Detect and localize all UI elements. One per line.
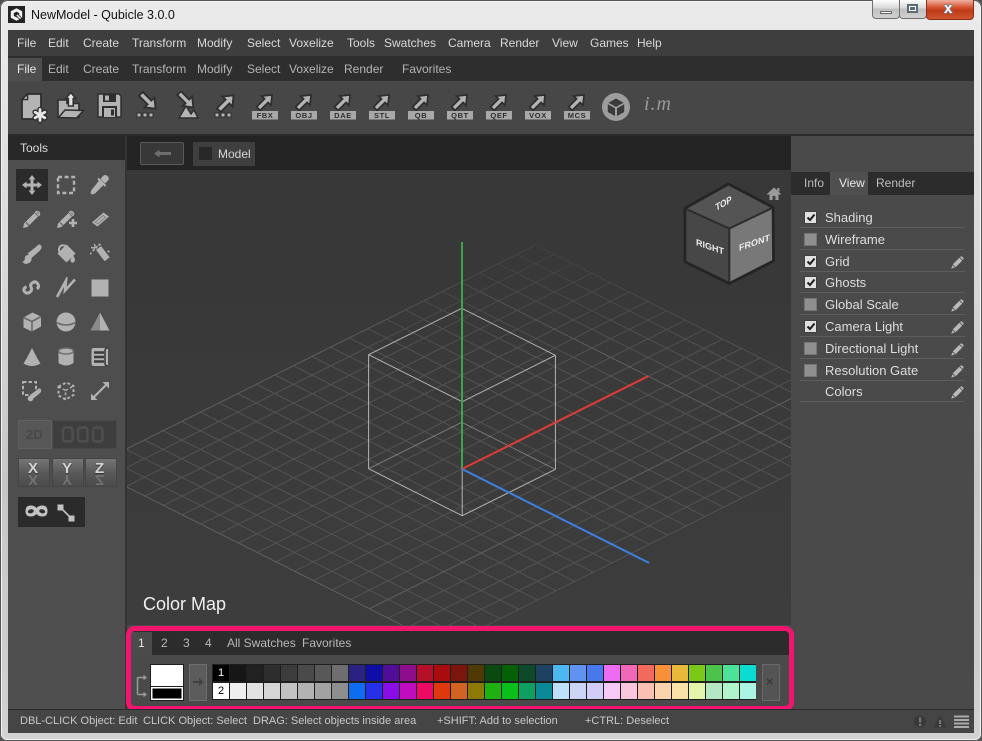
svg-text:FBX: FBX xyxy=(257,111,274,120)
svg-text:MCS: MCS xyxy=(568,111,586,120)
svg-text:OBJ: OBJ xyxy=(295,111,312,120)
svg-text:DAE: DAE xyxy=(334,111,352,120)
svg-text:QBT: QBT xyxy=(451,111,469,120)
svg-text:QEF: QEF xyxy=(490,111,507,120)
svg-text:STL: STL xyxy=(374,111,390,120)
svg-text:VOX: VOX xyxy=(529,111,547,120)
svg-text:QB: QB xyxy=(415,111,427,120)
